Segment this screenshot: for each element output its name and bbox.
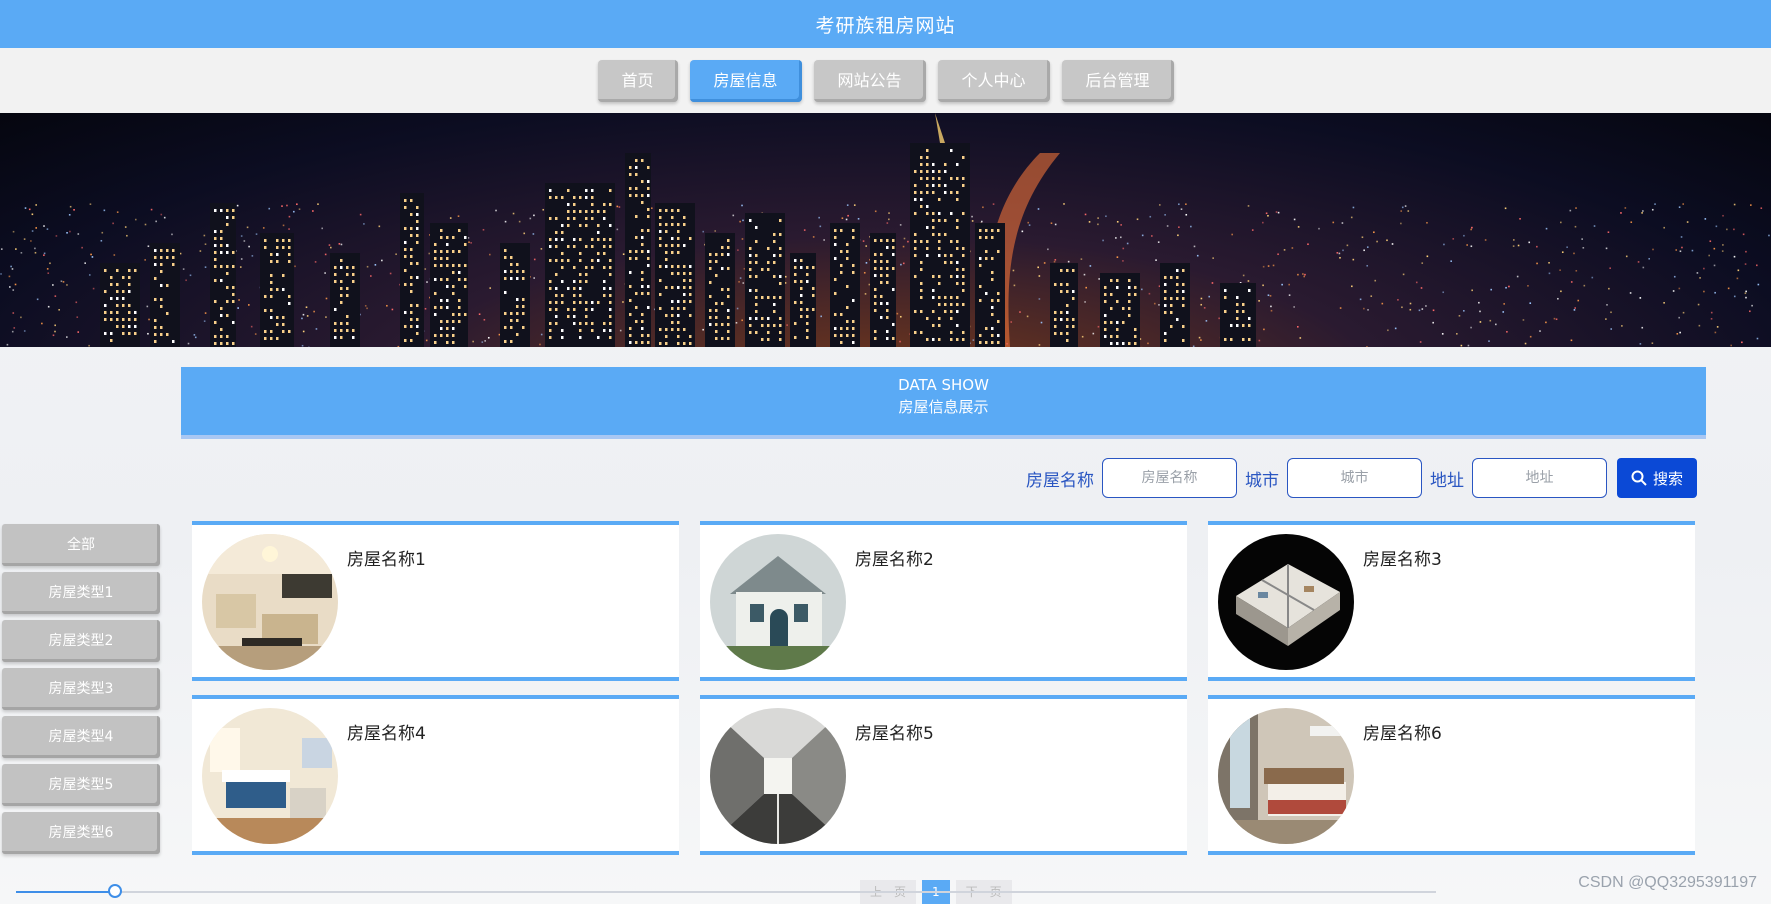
nav-home[interactable]: 首页 (597, 59, 678, 102)
listing-card[interactable]: 房屋名称4 (192, 695, 679, 855)
bedroom-photo-icon[interactable] (202, 708, 338, 844)
listing-card[interactable]: 房屋名称1 (192, 521, 679, 681)
listing-name[interactable]: 房屋名称6 (1363, 719, 1442, 744)
banner-image (0, 113, 1771, 347)
search-bar: 房屋名称 城市 地址 搜索 (1026, 456, 1697, 500)
section-header: DATA SHOW 房屋信息展示 (181, 367, 1706, 435)
listing-name[interactable]: 房屋名称5 (855, 719, 934, 744)
address-label: 地址 (1430, 470, 1464, 491)
nav-house-info[interactable]: 房屋信息 (689, 59, 802, 102)
slider-fill (16, 891, 115, 893)
category-type-5[interactable]: 房屋类型5 (2, 764, 160, 806)
main-nav: 首页 房屋信息 网站公告 个人中心 后台管理 (0, 48, 1771, 113)
living-room-photo-icon[interactable] (202, 534, 338, 670)
city-input[interactable] (1287, 458, 1422, 498)
listing-card[interactable]: 房屋名称3 (1208, 521, 1695, 681)
corridor-photo-icon[interactable] (710, 708, 846, 844)
category-type-3[interactable]: 房屋类型3 (2, 668, 160, 710)
modern-bedroom-photo-icon[interactable] (1218, 708, 1354, 844)
house-name-input[interactable] (1102, 458, 1237, 498)
category-type-1[interactable]: 房屋类型1 (2, 572, 160, 614)
floorplan-3d-photo-icon[interactable] (1218, 534, 1354, 670)
site-header: 考研族租房网站 (0, 0, 1771, 48)
watermark: CSDN @QQ3295391197 (1578, 874, 1757, 891)
listing-name[interactable]: 房屋名称4 (347, 719, 426, 744)
category-all[interactable]: 全部 (2, 524, 160, 566)
villa-exterior-photo-icon[interactable] (710, 534, 846, 670)
category-sidebar: 全部 房屋类型1 房屋类型2 房屋类型3 房屋类型4 房屋类型5 房屋类型6 (2, 524, 160, 860)
listing-card[interactable]: 房屋名称2 (700, 521, 1187, 681)
listing-name[interactable]: 房屋名称1 (347, 545, 426, 570)
site-title: 考研族租房网站 (815, 14, 956, 37)
nav-admin[interactable]: 后台管理 (1061, 59, 1174, 102)
category-type-2[interactable]: 房屋类型2 (2, 620, 160, 662)
city-label: 城市 (1245, 470, 1279, 491)
address-input[interactable] (1472, 458, 1607, 498)
category-type-4[interactable]: 房屋类型4 (2, 716, 160, 758)
category-type-6[interactable]: 房屋类型6 (2, 812, 160, 854)
listing-name[interactable]: 房屋名称3 (1363, 545, 1442, 570)
video-progress-slider[interactable] (16, 884, 1436, 900)
search-button[interactable]: 搜索 (1617, 458, 1697, 498)
slider-track[interactable] (16, 891, 1436, 893)
section-title-cn: 房屋信息展示 (898, 398, 989, 416)
listing-card[interactable]: 房屋名称6 (1208, 695, 1695, 855)
nav-personal-center[interactable]: 个人中心 (937, 59, 1050, 102)
listing-card[interactable]: 房屋名称5 (700, 695, 1187, 855)
search-icon (1631, 470, 1647, 486)
search-button-label: 搜索 (1652, 469, 1683, 488)
nav-announcements[interactable]: 网站公告 (813, 59, 926, 102)
house-name-label: 房屋名称 (1026, 470, 1094, 491)
listing-name[interactable]: 房屋名称2 (855, 545, 934, 570)
city-night-skyline-icon (0, 113, 1770, 347)
section-title-en: DATA SHOW (898, 376, 989, 394)
slider-handle[interactable] (108, 884, 122, 898)
